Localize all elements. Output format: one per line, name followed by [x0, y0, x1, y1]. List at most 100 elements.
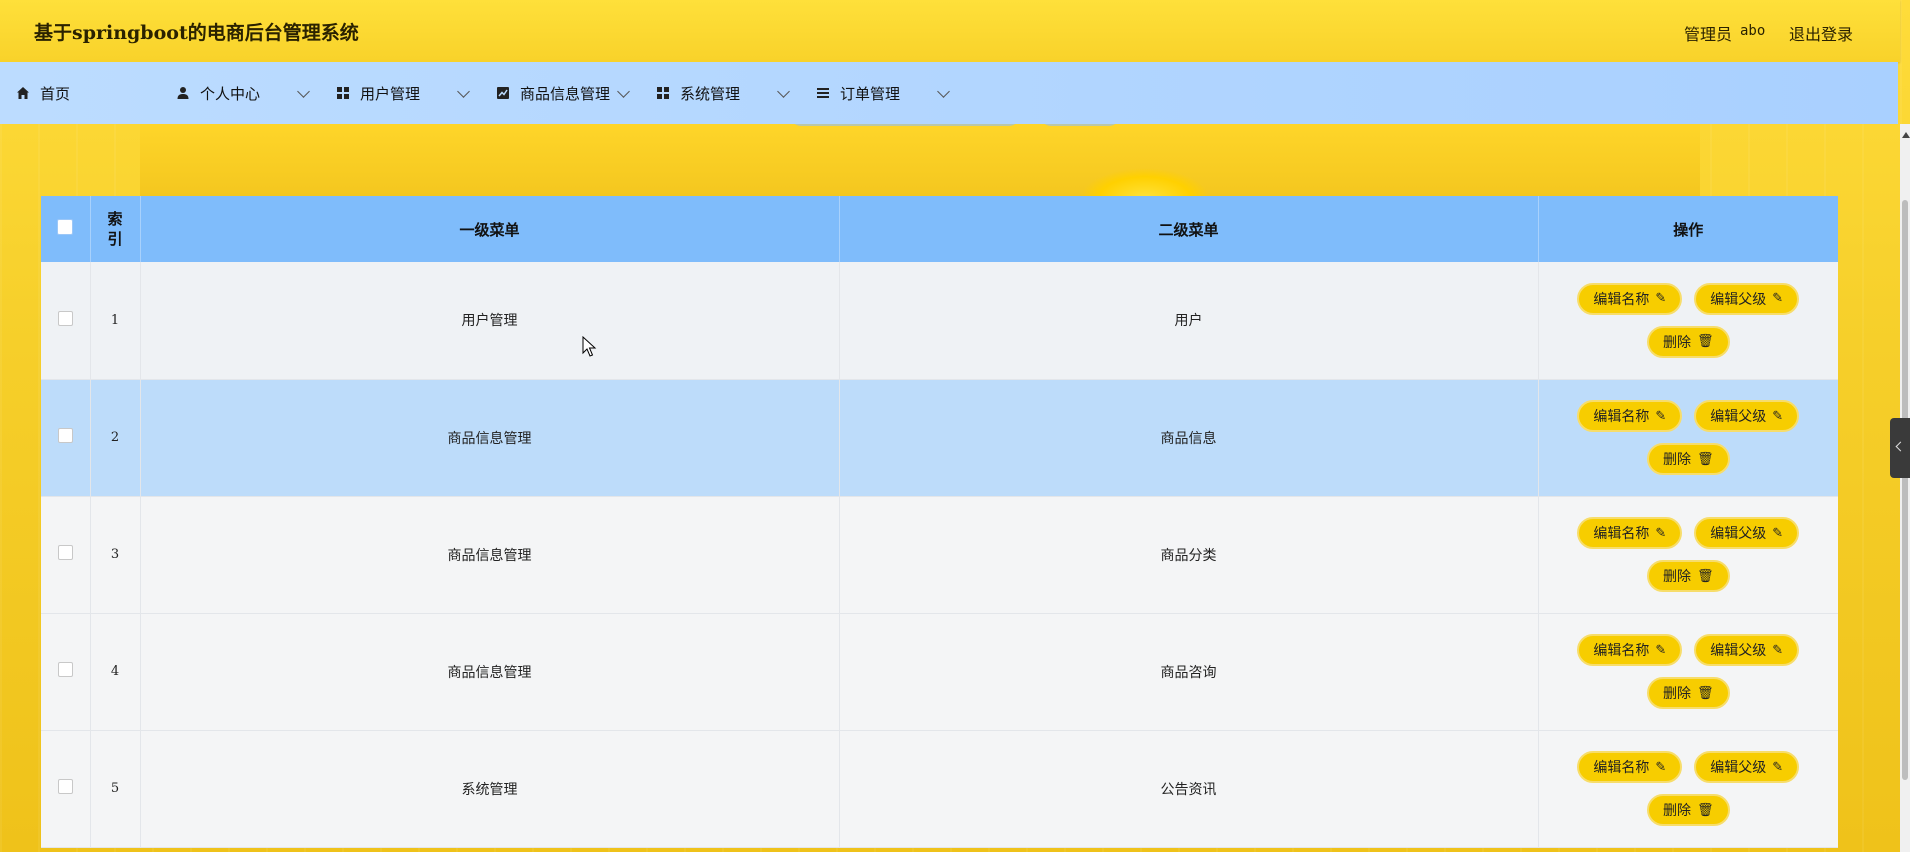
- chevron-down-icon: [297, 85, 310, 98]
- top-header: 基于springboot的电商后台管理系统 管理员 abo 退出登录: [0, 0, 1900, 62]
- table-row[interactable]: 1 用户管理 用户 编辑名称 ✎ 编辑父级 ✎ 删除 🗑: [41, 262, 1838, 380]
- nav-profile-label: 个人中心: [200, 84, 261, 103]
- edit-name-button[interactable]: 编辑名称 ✎: [1577, 634, 1683, 666]
- chevron-down-icon: [457, 85, 470, 98]
- edit-icon: ✎: [1772, 291, 1784, 307]
- header-index: 索引: [90, 196, 141, 262]
- row-actions: 编辑名称 ✎ 编辑父级 ✎ 删除 🗑: [1538, 496, 1838, 614]
- row-first-menu: 用户管理: [140, 262, 840, 380]
- nav-home-label: 首页: [40, 84, 71, 103]
- edit-icon: ✎: [1655, 525, 1667, 541]
- edit-icon: ✎: [1772, 525, 1784, 541]
- nav-users-label: 用户管理: [360, 84, 421, 103]
- nav-home[interactable]: 首页: [16, 62, 70, 124]
- grid-icon: [657, 87, 669, 99]
- select-all-cell: [41, 196, 91, 262]
- row-second-menu: 公告资讯: [839, 730, 1539, 848]
- edit-icon: ✎: [1655, 408, 1667, 424]
- row-second-menu: 商品咨询: [839, 613, 1539, 731]
- table-row[interactable]: 3 商品信息管理 商品分类 编辑名称 ✎ 编辑父级 ✎ 删除 🗑: [41, 496, 1838, 614]
- nav-orders-label: 订单管理: [840, 84, 901, 103]
- user-icon: [177, 87, 189, 99]
- edit-icon: ✎: [1655, 759, 1667, 775]
- chevron-down-icon: [617, 85, 630, 98]
- edit-name-button[interactable]: 编辑名称 ✎: [1577, 282, 1683, 315]
- edit-name-button[interactable]: 编辑名称 ✎: [1577, 751, 1683, 783]
- table-header-row: 索引 一级菜单 二级菜单 操作: [41, 196, 1838, 262]
- mouse-cursor-icon: [582, 336, 597, 357]
- admin-username: abo: [1740, 23, 1766, 39]
- row-second-menu: 商品分类: [839, 496, 1539, 614]
- header-first-menu: 一级菜单: [140, 196, 840, 262]
- nav-system[interactable]: 系统管理: [656, 62, 740, 124]
- chevron-down-icon: [937, 85, 950, 98]
- row-checkbox[interactable]: [57, 428, 73, 443]
- nav-system-label: 系统管理: [680, 84, 741, 103]
- row-first-menu: 商品信息管理: [140, 379, 840, 497]
- scroll-up-arrow-icon[interactable]: [1902, 132, 1910, 138]
- edit-parent-button[interactable]: 编辑父级 ✎: [1694, 282, 1800, 315]
- row-second-menu: 商品信息: [839, 379, 1539, 497]
- row-actions: 编辑名称 ✎ 编辑父级 ✎ 删除 🗑: [1538, 262, 1838, 380]
- row-first-menu: 商品信息管理: [140, 496, 840, 614]
- table-row[interactable]: 5 系统管理 公告资讯 编辑名称 ✎ 编辑父级 ✎ 删除 🗑: [41, 730, 1838, 848]
- nav-users[interactable]: 用户管理: [336, 62, 420, 124]
- trash-icon: 🗑: [1696, 685, 1714, 701]
- menu-table: 索引 一级菜单 二级菜单 操作 1 用户管理 用户 编辑名称 ✎ 编辑父级 ✎ 删除…: [41, 196, 1838, 848]
- row-checkbox[interactable]: [57, 662, 73, 677]
- trash-icon: 🗑: [1696, 451, 1714, 467]
- edit-parent-button[interactable]: 编辑父级 ✎: [1694, 400, 1800, 432]
- delete-button[interactable]: 删除 🗑: [1646, 560, 1730, 592]
- edit-icon: ✎: [1655, 642, 1667, 658]
- trash-icon: 🗑: [1696, 334, 1714, 350]
- select-all-checkbox[interactable]: [57, 219, 74, 235]
- row-actions: 编辑名称 ✎ 编辑父级 ✎ 删除 🗑: [1538, 379, 1838, 497]
- edit-name-button[interactable]: 编辑名称 ✎: [1577, 400, 1683, 432]
- scrollbar-thumb[interactable]: [1902, 200, 1908, 780]
- edit-parent-button[interactable]: 编辑父级 ✎: [1694, 751, 1800, 783]
- row-checkbox[interactable]: [57, 545, 73, 560]
- chevron-down-icon: [777, 85, 790, 98]
- edit-parent-button[interactable]: 编辑父级 ✎: [1694, 517, 1800, 549]
- delete-button[interactable]: 删除 🗑: [1646, 677, 1730, 709]
- app-title: 基于springboot的电商后台管理系统: [34, 22, 359, 44]
- nav-profile[interactable]: 个人中心: [176, 62, 260, 124]
- edit-parent-button[interactable]: 编辑父级 ✎: [1694, 634, 1800, 666]
- row-index: 4: [90, 613, 141, 731]
- row-index: 5: [90, 730, 141, 848]
- chart-icon: [497, 87, 509, 99]
- row-checkbox[interactable]: [57, 779, 73, 794]
- nav-orders[interactable]: 订单管理: [816, 62, 900, 124]
- row-index: 3: [90, 496, 141, 614]
- edit-icon: ✎: [1772, 759, 1784, 775]
- table-row[interactable]: 2 商品信息管理 商品信息 编辑名称 ✎ 编辑父级 ✎ 删除 🗑: [41, 379, 1838, 497]
- trash-icon: 🗑: [1696, 568, 1714, 584]
- nav-products[interactable]: 商品信息管理: [496, 62, 610, 124]
- row-first-menu: 系统管理: [140, 730, 840, 848]
- edit-icon: ✎: [1772, 642, 1784, 658]
- row-actions: 编辑名称 ✎ 编辑父级 ✎ 删除 🗑: [1538, 730, 1838, 848]
- delete-button[interactable]: 删除 🗑: [1646, 794, 1730, 826]
- nav-products-label: 商品信息管理: [520, 84, 611, 103]
- menu-table-container: 索引 一级菜单 二级菜单 操作 1 用户管理 用户 编辑名称 ✎ 编辑父级 ✎ 删除…: [41, 196, 1838, 852]
- edit-icon: ✎: [1772, 408, 1784, 424]
- edit-icon: ✎: [1655, 291, 1667, 307]
- delete-button[interactable]: 删除 🗑: [1646, 443, 1730, 475]
- row-second-menu: 用户: [839, 262, 1539, 380]
- row-checkbox[interactable]: [57, 310, 73, 326]
- home-icon: [17, 87, 29, 99]
- table-row[interactable]: 4 商品信息管理 商品咨询 编辑名称 ✎ 编辑父级 ✎ 删除 🗑: [41, 613, 1838, 731]
- trash-icon: 🗑: [1696, 802, 1714, 818]
- header-actions: 操作: [1673, 220, 1704, 239]
- edit-name-button[interactable]: 编辑名称 ✎: [1577, 517, 1683, 549]
- banner-flower: [1080, 168, 1210, 198]
- header-second-menu: 二级菜单: [839, 196, 1539, 262]
- main-nav: 首页 个人中心 用户管理 商品信息管理 系统管理 订单管理: [0, 62, 1898, 124]
- row-first-menu: 商品信息管理: [140, 613, 840, 731]
- delete-button[interactable]: 删除 🗑: [1646, 325, 1730, 358]
- row-actions: 编辑名称 ✎ 编辑父级 ✎ 删除 🗑: [1538, 613, 1838, 731]
- list-icon: [817, 88, 829, 98]
- row-index: 1: [90, 262, 141, 380]
- logout-link[interactable]: 退出登录: [1789, 21, 1853, 45]
- row-index: 2: [90, 379, 141, 497]
